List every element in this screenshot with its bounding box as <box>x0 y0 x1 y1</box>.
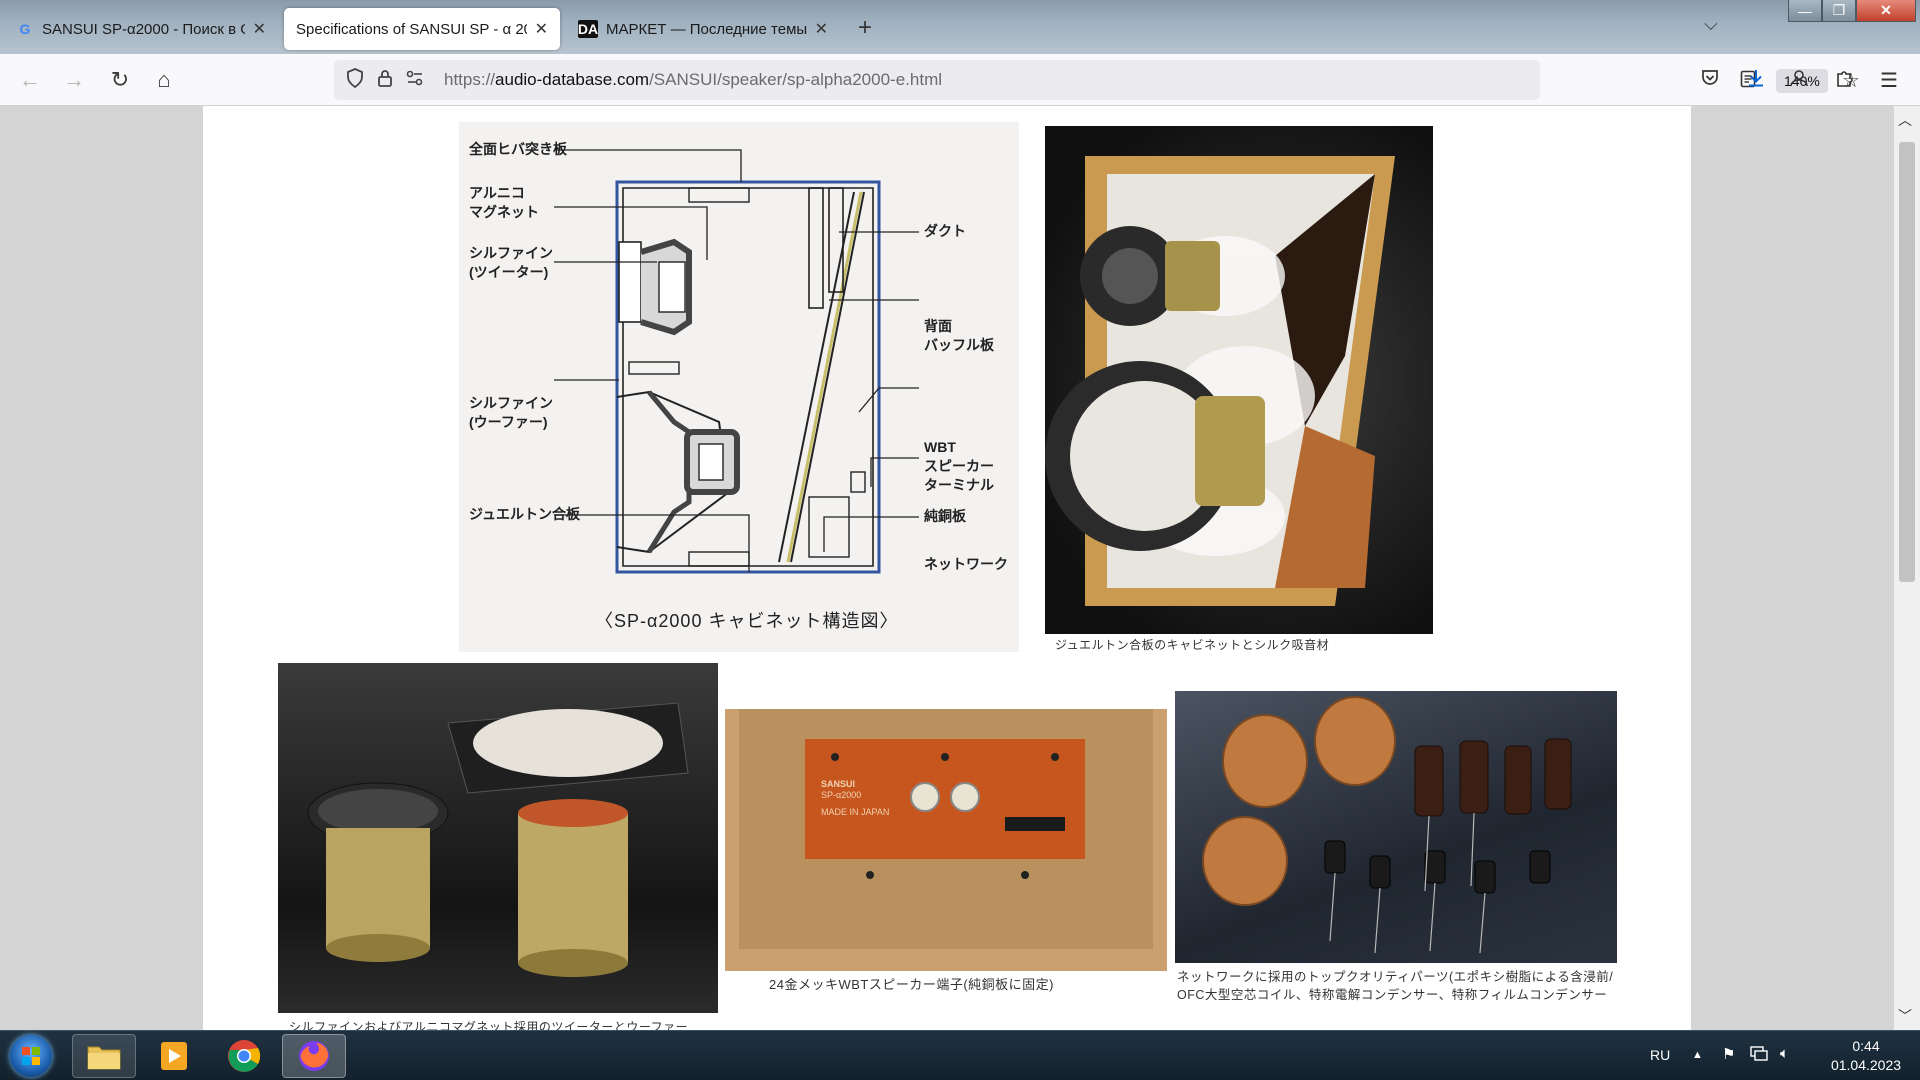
page-viewport: 全面ヒバ突き板 アルニコ マグネット シルファイン (ツイーター) シルファイン… <box>0 106 1920 1030</box>
taskbar-media-player[interactable] <box>142 1034 206 1078</box>
clock-time: 0:44 <box>1852 1038 1880 1054</box>
diagram-label-woofer: シルファイン (ウーファー) <box>469 395 553 430</box>
url-scheme: https:// <box>444 70 496 89</box>
navigation-toolbar: ← → ↻ ⌂ https://audio-database.com/SANSU… <box>0 54 1920 106</box>
scroll-up-arrow-icon[interactable]: ︿ <box>1898 110 1912 130</box>
taskbar-chrome[interactable] <box>212 1034 276 1078</box>
diagram-label-plywood: ジュエルトン合板 <box>469 506 581 522</box>
scrollbar-thumb[interactable] <box>1899 142 1915 582</box>
terminal-plate-model: SP-α2000 <box>821 790 862 800</box>
window-close-button[interactable]: ✕ <box>1856 0 1916 22</box>
home-icon[interactable]: ⌂ <box>148 64 180 96</box>
tab-title: МАРКЕТ — Последние темы - <box>606 20 807 38</box>
cabinet-photo-drawing <box>1045 156 1395 606</box>
back-arrow-icon[interactable]: ← <box>14 64 46 96</box>
reload-icon[interactable]: ↻ <box>104 64 136 96</box>
terminal-plate-origin: MADE IN JAPAN <box>821 807 890 817</box>
clock-date: 01.04.2023 <box>1830 1057 1902 1073</box>
network-parts-photo <box>1175 691 1617 963</box>
extensions-puzzle-icon[interactable] <box>1834 68 1854 94</box>
tab-google-search[interactable]: G SANSUI SP-α2000 - Поиск в Go ✕ <box>4 8 278 50</box>
window-minimize-button[interactable]: — <box>1788 0 1822 22</box>
close-icon[interactable]: ✕ <box>253 19 266 39</box>
url-text: https://audio-database.com/SANSUI/speake… <box>444 70 942 90</box>
diagram-label-alnico: アルニコ マグネット <box>469 185 539 220</box>
terminal-photo: SANSUI SP-α2000 MADE IN JAPAN <box>725 709 1167 971</box>
scroll-down-arrow-icon[interactable]: ﹀ <box>1898 1006 1912 1026</box>
tab-market[interactable]: DA МАРКЕТ — Последние темы - ✕ <box>566 8 840 50</box>
page-content: 全面ヒバ突き板 アルニコ マグネット シルファイン (ツイーター) シルファイン… <box>203 106 1691 1030</box>
drivers-photo <box>278 663 718 1013</box>
drivers-photo-drawing <box>307 702 689 977</box>
tray-language-indicator[interactable]: RU <box>1650 1047 1670 1063</box>
url-domain: audio-database.com <box>495 70 650 89</box>
new-tab-plus-icon[interactable]: + <box>858 14 872 42</box>
cabinet-photo <box>1045 126 1433 634</box>
terminal-photo-caption: 24金メッキWBTスピーカー端子(純銅板に固定) <box>769 977 1055 992</box>
chrome-icon <box>228 1040 261 1072</box>
network-photo-caption: ネットワークに採用のトップクオリティパーツ(エポキシ樹脂による含浸前/ OFC大… <box>1177 968 1613 1004</box>
close-icon[interactable]: ✕ <box>535 19 548 39</box>
tab-strip: G SANSUI SP-α2000 - Поиск в Go ✕ Specifi… <box>0 0 1920 54</box>
sync-account-icon[interactable] <box>1788 68 1810 94</box>
tray-expand-icon[interactable]: ▲ <box>1692 1049 1703 1061</box>
diagram-label-rear-baffle: 背面 バッフル板 <box>924 318 994 353</box>
google-g-icon: G <box>19 21 31 37</box>
windows-logo-icon <box>22 1047 40 1065</box>
network-icon[interactable] <box>1750 1045 1768 1065</box>
lock-icon[interactable] <box>370 68 400 93</box>
media-player-icon <box>161 1042 187 1070</box>
windows-start-button[interactable] <box>10 1035 52 1077</box>
window-maximize-button[interactable]: ❐ <box>1822 0 1856 22</box>
taskbar-file-explorer[interactable] <box>72 1034 136 1078</box>
diagram-label-copper-plate: 純銅板 <box>924 508 966 524</box>
tray-clock[interactable]: 0:44 01.04.2023 <box>1826 1037 1906 1075</box>
close-icon[interactable]: ✕ <box>815 19 828 39</box>
diagram-title: 〈SP-α2000 キャビネット構造図〉 <box>595 611 899 631</box>
url-bar[interactable]: https://audio-database.com/SANSUI/speake… <box>334 60 1860 100</box>
chevron-down-icon[interactable]: ⌵ <box>1704 14 1718 35</box>
volume-icon[interactable]: 🔈︎ <box>1780 1045 1789 1062</box>
cabinet-photo-caption: ジュエルトン合板のキャビネットとシルク吸音材 <box>1055 638 1330 652</box>
network-parts-drawing <box>1202 696 1572 954</box>
terminal-plate-brand: SANSUI <box>821 779 856 789</box>
cabinet-structure-diagram: 全面ヒバ突き板 アルニコ マグネット シルファイン (ツイーター) シルファイン… <box>459 122 1019 652</box>
windows-taskbar: RU ▲ ⚑ 🔈︎ 0:44 01.04.2023 <box>0 1030 1920 1080</box>
tab-title: SANSUI SP-α2000 - Поиск в Go <box>42 20 245 38</box>
action-center-flag-icon[interactable]: ⚑ <box>1722 1045 1735 1063</box>
da-icon: DA <box>577 20 599 38</box>
url-path: /SANSUI/speaker/sp-alpha2000-e.html <box>649 70 943 89</box>
network-caption-line1: ネットワークに採用のトップクオリティパーツ(エポキシ樹脂による含浸前/ <box>1177 970 1614 984</box>
diagram-label-duct: ダクト <box>924 223 966 239</box>
drivers-photo-caption: シルファインおよびアルニコマグネット採用のツイーターとウーファー <box>289 1020 689 1030</box>
diagram-label-tweeter: シルファイン (ツイーター) <box>469 245 553 280</box>
taskbar-firefox[interactable] <box>282 1034 346 1078</box>
hamburger-menu-icon[interactable]: ☰ <box>1880 68 1898 93</box>
forward-arrow-icon[interactable]: → <box>58 64 90 96</box>
permissions-icon[interactable] <box>400 70 430 91</box>
pocket-icon[interactable] <box>1700 68 1720 94</box>
vertical-scrollbar[interactable]: ︿ ﹀ <box>1894 106 1920 1030</box>
tab-specifications[interactable]: Specifications of SANSUI SP - α 200 ✕ <box>284 8 560 50</box>
diagram-label-network: ネットワーク <box>924 556 1008 572</box>
shield-icon[interactable] <box>340 67 370 93</box>
diagram-label-wbt-terminal: WBT スピーカー ターミナル <box>924 439 994 493</box>
tab-title: Specifications of SANSUI SP - α 200 <box>296 20 527 38</box>
firefox-icon <box>299 1041 329 1071</box>
terminal-photo-drawing <box>725 709 1167 971</box>
network-caption-line2: OFC大型空芯コイル、特称電解コンデンサー、特称フィルムコンデンサー <box>1177 988 1608 1002</box>
diagram-label-veneer: 全面ヒバ突き板 <box>469 141 567 157</box>
folder-icon <box>87 1046 121 1070</box>
download-icon[interactable] <box>1746 68 1766 94</box>
